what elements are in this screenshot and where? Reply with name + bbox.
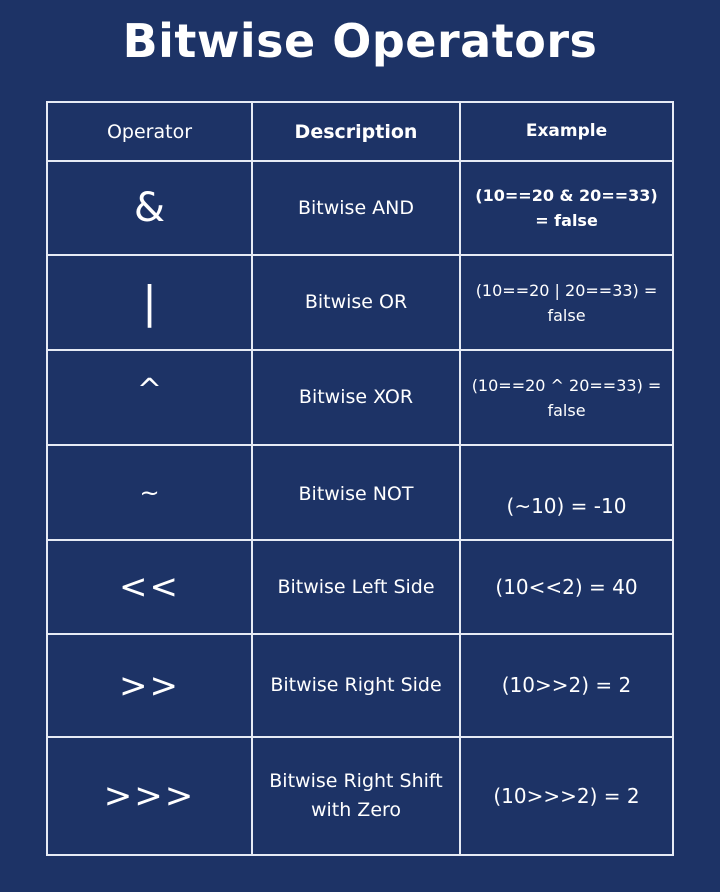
description-cell: Bitwise XOR [251,349,461,446]
operators-table: Operator Description Example & Bitwise A… [46,101,674,856]
table-row: >>> Bitwise Right Shift with Zero (10>>>… [46,736,674,856]
example-cell: (~10) = -10 [459,444,674,541]
example-cell: (10>>2) = 2 [459,633,674,738]
example-cell: (10==20 | 20==33) = false [459,254,674,351]
table-row: >> Bitwise Right Side (10>>2) = 2 [46,633,674,738]
operator-cell: >>> [46,736,253,856]
operator-cell: >> [46,633,253,738]
table-row: & Bitwise AND (10==20 & 20==33) = false [46,160,674,256]
table-row: << Bitwise Left Side (10<<2) = 40 [46,539,674,635]
header-example: Example [459,101,674,162]
example-cell: (10>>>2) = 2 [459,736,674,856]
header-description: Description [251,101,461,162]
description-cell: Bitwise NOT [251,444,461,541]
table-row: ^ Bitwise XOR (10==20 ^ 20==33) = false [46,349,674,446]
table-header-row: Operator Description Example [46,101,674,162]
operator-cell: ~ [46,444,253,541]
operator-cell: | [46,254,253,351]
description-cell: Bitwise OR [251,254,461,351]
example-cell: (10<<2) = 40 [459,539,674,635]
operator-cell: & [46,160,253,256]
description-cell: Bitwise AND [251,160,461,256]
page-title: Bitwise Operators [122,14,598,68]
example-cell: (10==20 ^ 20==33) = false [459,349,674,446]
operator-cell: ^ [46,349,253,446]
table-row: | Bitwise OR (10==20 | 20==33) = false [46,254,674,351]
table-row: ~ Bitwise NOT (~10) = -10 [46,444,674,541]
description-cell: Bitwise Left Side [251,539,461,635]
example-cell: (10==20 & 20==33) = false [459,160,674,256]
description-cell: Bitwise Right Side [251,633,461,738]
operator-cell: << [46,539,253,635]
description-cell: Bitwise Right Shift with Zero [251,736,461,856]
header-operator: Operator [46,101,253,162]
